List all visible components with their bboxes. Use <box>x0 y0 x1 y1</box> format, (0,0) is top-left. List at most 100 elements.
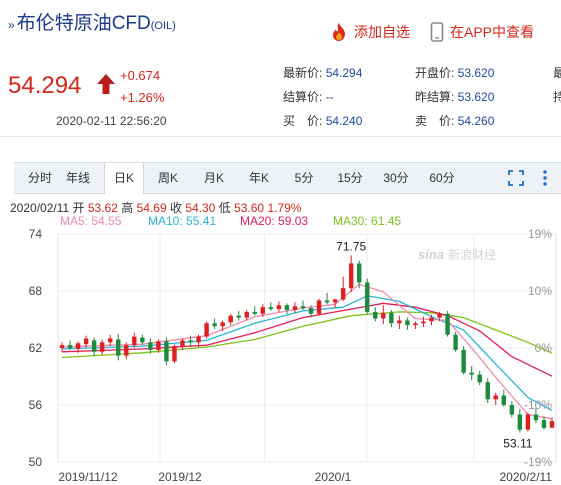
settle-price-value: -- <box>325 90 334 104</box>
ma30-line <box>61 311 553 359</box>
info-date: 2020/02/11 <box>10 201 70 215</box>
ma20-legend: MA20: 59.03 <box>240 214 309 228</box>
ask-price-value: 54.260 <box>457 114 495 128</box>
x-tick-label: 2020/1 <box>315 470 352 484</box>
tab-4[interactable]: 周K <box>149 163 187 193</box>
sina-watermark: sina 新浪财经 <box>418 247 496 262</box>
fullscreen-icon[interactable] <box>508 170 524 186</box>
prev-settle-row: 昨结算: 53.620 <box>415 90 495 104</box>
open-price-value: 53.620 <box>457 66 495 80</box>
instrument-symbol: (OIL) <box>150 20 176 32</box>
pct-tick-label: 0% <box>535 341 553 355</box>
candle <box>461 346 466 375</box>
tab-6[interactable]: 年K <box>240 163 278 193</box>
candle <box>501 389 507 407</box>
y-tick-label: 62 <box>29 341 43 355</box>
ma10-legend: MA10: 55.41 <box>148 214 217 228</box>
tab-2[interactable]: 年线 <box>60 163 96 193</box>
candle <box>357 260 362 289</box>
flame-icon <box>333 23 345 41</box>
candle <box>365 278 370 314</box>
candle <box>268 302 274 311</box>
candle <box>421 316 426 328</box>
bid-price-row: 买 价: 54.240 <box>283 114 363 128</box>
candle <box>525 412 531 432</box>
more-options-icon[interactable] <box>538 169 552 187</box>
phone-icon <box>430 22 444 42</box>
info-open: 53.62 <box>87 201 118 215</box>
candle <box>397 315 402 329</box>
candle <box>316 298 322 316</box>
price-change-pct: +1.26% <box>120 90 165 105</box>
up-arrow-icon <box>97 74 115 94</box>
settle-price-row: 结算价: -- <box>283 90 334 104</box>
candle <box>228 313 233 326</box>
candle <box>292 302 298 313</box>
latest-price-row: 最新价: 54.294 <box>283 66 363 80</box>
ask-price-row: 卖 价: 54.260 <box>415 114 495 128</box>
candle <box>252 306 257 316</box>
prev-settle-value: 53.620 <box>457 90 495 104</box>
add-watchlist-button[interactable]: 添加自选 <box>330 22 410 42</box>
candle <box>91 337 97 356</box>
candle <box>493 392 498 405</box>
svg-text:sina: sina <box>418 247 444 262</box>
open-price-row: 开盘价: 53.620 <box>415 66 495 80</box>
add-watchlist-label: 添加自选 <box>354 24 410 40</box>
info-pct: 1.79% <box>267 201 302 215</box>
latest-price-value: 54.294 <box>325 66 363 80</box>
ma5-legend: MA5: 54.55 <box>60 214 122 228</box>
candle <box>284 303 290 314</box>
quote-timestamp: 2020-02-11 22:56:20 <box>56 114 167 128</box>
tab-5[interactable]: 月K <box>195 163 233 193</box>
min-annotation: 53.11 <box>503 436 532 450</box>
ma30-legend: MA30: 61.45 <box>333 214 402 228</box>
tab-3[interactable]: 日K <box>104 163 144 194</box>
pct-tick-label: 19% <box>528 228 552 241</box>
ma5-line <box>61 283 553 420</box>
candle <box>324 292 330 305</box>
candle <box>485 378 490 404</box>
x-tick-label: 2019/11/12 <box>58 470 117 484</box>
candle <box>59 342 65 352</box>
view-in-app-label: 在APP中查看 <box>450 24 535 40</box>
view-in-app-button[interactable]: 在APP中查看 <box>430 22 534 42</box>
candle <box>348 255 354 292</box>
candle <box>212 318 217 329</box>
last-price: 54.294 <box>8 72 82 99</box>
info-high: 54.69 <box>136 201 167 215</box>
y-tick-label: 50 <box>29 455 43 469</box>
candle <box>172 344 177 364</box>
bid-price-value: 54.240 <box>325 114 363 128</box>
candle <box>469 366 474 381</box>
candle <box>204 321 209 339</box>
cut-column-label-1: 最 <box>553 66 561 80</box>
tab-10[interactable]: 60分 <box>422 163 462 193</box>
max-annotation: 71.75 <box>336 239 366 253</box>
candle <box>477 370 482 386</box>
candle <box>509 401 515 418</box>
svg-text:新浪财经: 新浪财经 <box>448 247 496 262</box>
pct-tick-label: 10% <box>528 284 552 298</box>
tab-1[interactable]: 分时 <box>24 163 56 193</box>
tab-9[interactable]: 30分 <box>378 163 414 193</box>
candle <box>340 276 346 302</box>
pct-tick-label: -10% <box>524 398 552 412</box>
instrument-name: 布伦特原油CFD <box>16 13 151 34</box>
cut-column-label-2: 持 <box>553 90 561 104</box>
info-low: 53.60 <box>234 201 265 215</box>
tab-7[interactable]: 5分 <box>286 163 322 193</box>
candle <box>276 301 282 312</box>
candle <box>453 331 458 352</box>
candle <box>445 310 450 337</box>
candle <box>116 333 121 361</box>
candle <box>236 310 241 321</box>
candle <box>107 334 113 347</box>
candlestick-chart[interactable]: sina 新浪财经 74 68 62 56 50 19% 10% 0% -10% -19% 2019… <box>0 228 561 485</box>
y-tick-label: 56 <box>29 398 43 412</box>
candle <box>99 339 105 355</box>
tab-8[interactable]: 15分 <box>330 163 370 193</box>
x-tick-label: 2020/2/11 <box>500 470 553 484</box>
candle <box>413 321 418 329</box>
chart-tab-bar: 分时 年线 日K 周K 月K 年K 5分 15分 30分 60分 <box>14 162 561 194</box>
